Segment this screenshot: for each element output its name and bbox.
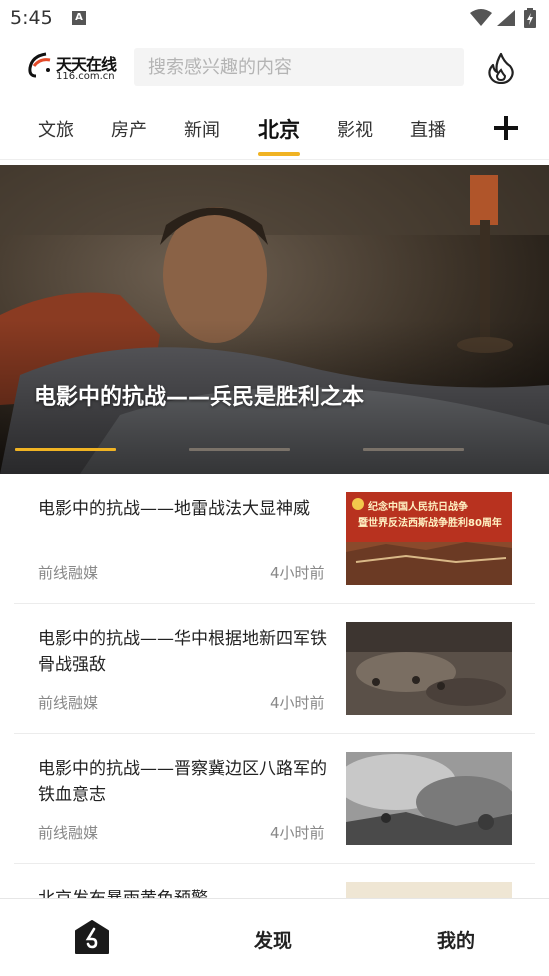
carousel-indicator-2[interactable]: [189, 448, 290, 451]
news-title: 电影中的抗战——晋察冀边区八路军的铁血意志: [38, 759, 327, 805]
tab-wenlv[interactable]: 文旅: [38, 116, 74, 142]
bottom-navigation: 发现 我的: [0, 898, 549, 976]
app-header: 天天在线 116.com.cn: [0, 38, 549, 98]
tab-fangchan[interactable]: 房产: [111, 116, 147, 142]
flame-icon[interactable]: [486, 52, 516, 84]
thumbnail-caption-line1: 纪念中国人民抗日战争: [368, 502, 468, 513]
search-box[interactable]: [134, 48, 464, 86]
thumbnail-caption-line2: 暨世界反法西斯战争胜利80周年: [358, 518, 502, 529]
search-input[interactable]: [148, 56, 448, 78]
news-title: 电影中的抗战——地雷战法大显神威: [38, 499, 310, 519]
news-source: 前线融媒: [38, 694, 99, 712]
news-item[interactable]: 电影中的抗战——晋察冀边区八路军的铁血意志 前线融媒 4小时前: [14, 734, 535, 864]
carousel-indicator-1[interactable]: [15, 448, 116, 451]
hero-banner[interactable]: 电影中的抗战——兵民是胜利之本: [0, 165, 549, 474]
news-time: 4小时前: [270, 824, 325, 842]
tab-zhibo[interactable]: 直播: [410, 116, 446, 142]
news-time: 4小时前: [270, 564, 325, 582]
hero-title: 电影中的抗战——兵民是胜利之本: [34, 385, 365, 410]
nav-mine[interactable]: 我的: [437, 926, 475, 953]
news-item[interactable]: 电影中的抗战——华中根据地新四军铁骨战强敌 前线融媒 4小时前: [14, 604, 535, 734]
app-logo[interactable]: 天天在线 116.com.cn: [24, 50, 128, 84]
thumbnail-image: [346, 752, 512, 845]
thumbnail-image: [346, 622, 512, 715]
nav-discover[interactable]: 发现: [254, 926, 292, 953]
carousel-indicator-3[interactable]: [363, 448, 464, 451]
status-bar: 5:45 A: [0, 0, 549, 38]
logo-domain: 116.com.cn: [56, 71, 115, 82]
logo-mark-icon: [28, 52, 51, 78]
news-time: 4小时前: [270, 694, 325, 712]
category-tabs: 文旅 房产 新闻 北京 影视 直播: [0, 98, 549, 160]
plus-icon[interactable]: [494, 116, 520, 142]
tab-yingshi[interactable]: 影视: [337, 116, 373, 142]
tab-xinwen[interactable]: 新闻: [184, 116, 220, 142]
active-tab-indicator: [258, 152, 300, 156]
news-thumbnail: [346, 622, 512, 715]
news-source: 前线融媒: [38, 564, 99, 582]
signal-icon: [497, 10, 515, 26]
news-source: 前线融媒: [38, 824, 99, 842]
home-logo-icon[interactable]: [74, 919, 110, 955]
news-thumbnail: [346, 752, 512, 845]
news-thumbnail: 纪念中国人民抗日战争 暨世界反法西斯战争胜利80周年: [346, 492, 512, 585]
battery-charging-icon: [524, 8, 536, 28]
wifi-icon: [470, 9, 492, 26]
hero-image: [0, 165, 549, 474]
news-item[interactable]: 电影中的抗战——地雷战法大显神威 前线融媒 4小时前 纪念中国人民抗日战争 暨世…: [14, 474, 535, 604]
notification-icon: A: [72, 11, 86, 25]
tab-beijing[interactable]: 北京: [258, 114, 300, 144]
news-title: 电影中的抗战——华中根据地新四军铁骨战强敌: [38, 629, 327, 675]
status-time: 5:45: [10, 7, 53, 29]
